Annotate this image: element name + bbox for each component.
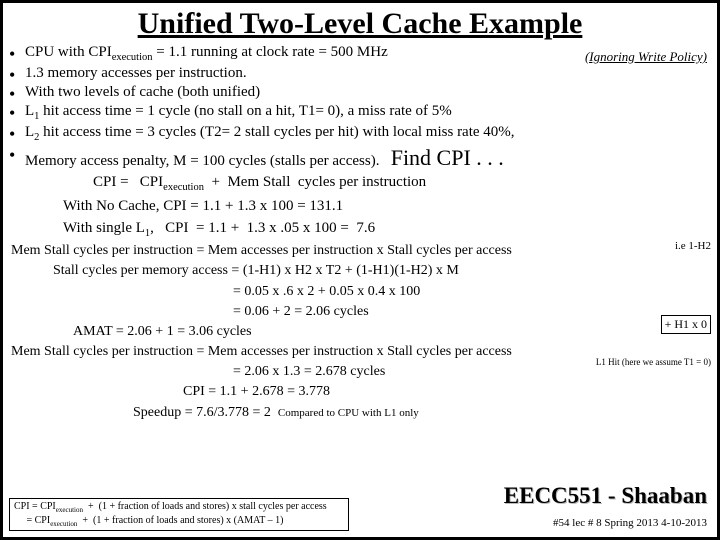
calc: AMAT = 2.06 + 1 = 3.06 cycles (73, 323, 709, 341)
footnote-box: CPI = CPIexecution + (1 + fraction of lo… (9, 498, 349, 531)
find-cpi: Find CPI . . . (391, 145, 504, 170)
calc: CPI = 1.1 + 2.678 = 3.778 (183, 383, 709, 401)
slide-title: Unified Two-Level Cache Example (3, 7, 717, 41)
bullet: CPU with CPIexecution = 1.1 running at c… (25, 43, 717, 64)
margin-note: i.e 1-H2 (675, 240, 711, 252)
bullet: With two levels of cache (both unified) (25, 83, 717, 102)
bullet: L2 hit access time = 3 cycles (T2= 2 sta… (25, 123, 717, 144)
formula: CPI = CPIexecution + Mem Stall cycles pe… (63, 173, 717, 195)
slide-number: #54 lec # 8 Spring 2013 4-10-2013 (553, 517, 707, 529)
bullet-list: CPU with CPIexecution = 1.1 running at c… (25, 43, 717, 171)
course-footer: EECC551 - Shaaban (504, 483, 707, 509)
calc: = 0.05 x .6 x 2 + 0.05 x 0.4 x 100 (233, 283, 709, 301)
bullet: Memory access penalty, M = 100 cycles (s… (25, 144, 717, 172)
margin-note: + H1 x 0 (661, 315, 711, 334)
calc: = 0.06 + 2 = 2.06 cycles (233, 303, 709, 321)
calc: With No Cache, CPI = 1.1 + 1.3 x 100 = 1… (63, 197, 717, 217)
formula: Stall cycles per memory access = (1-H1) … (53, 262, 709, 280)
slide: Unified Two-Level Cache Example (Ignorin… (0, 0, 720, 540)
bullet: L1 hit access time = 1 cycle (no stall o… (25, 102, 717, 123)
bullet: 1.3 memory accesses per instruction. (25, 64, 717, 83)
margin-note: L1 Hit (here we assume T1 = 0) (596, 357, 711, 367)
formula: Mem Stall cycles per instruction = Mem a… (11, 242, 709, 260)
calc: Speedup = 7.6/3.778 = 2 Compared to CPU … (133, 404, 709, 422)
calc: With single L1, CPI = 1.1 + 1.3 x .05 x … (63, 219, 717, 241)
